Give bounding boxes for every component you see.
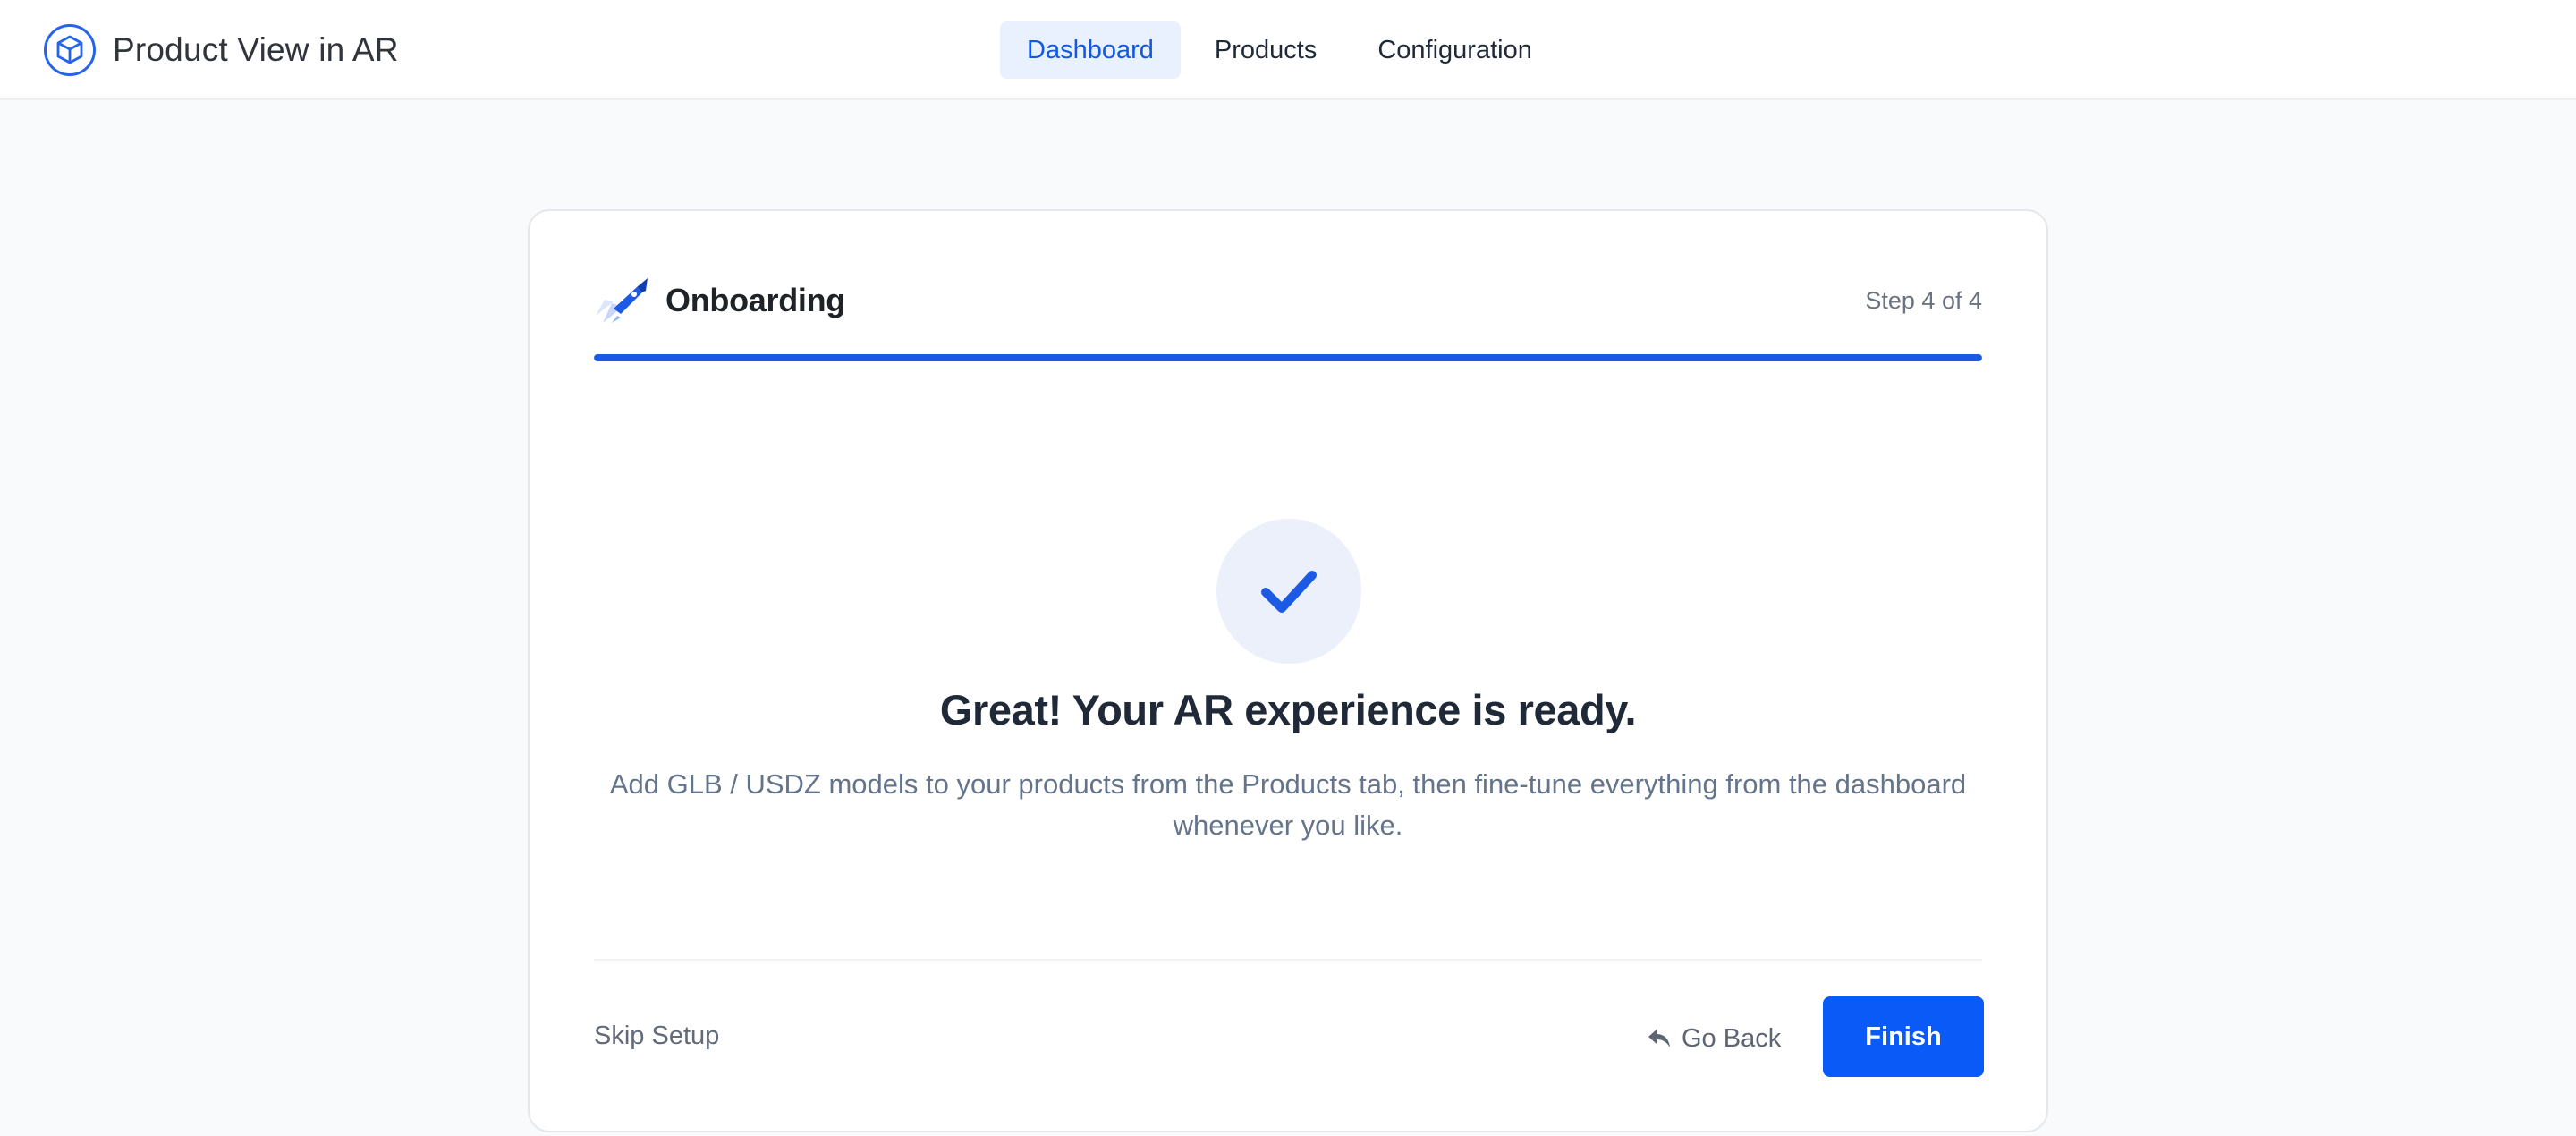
go-back-label: Go Back — [1682, 1023, 1782, 1053]
tab-configuration[interactable]: Configuration — [1351, 21, 1559, 79]
progress-bar — [594, 354, 1982, 361]
app-title: Product View in AR — [113, 31, 399, 68]
skip-setup-link[interactable]: Skip Setup — [594, 1022, 719, 1051]
brand[interactable]: Product View in AR — [43, 0, 399, 100]
reply-arrow-icon — [1648, 1030, 1670, 1047]
main-nav: Dashboard Products Configuration — [1000, 21, 1559, 79]
success-description: Add GLB / USDZ models to your products f… — [609, 768, 1967, 841]
success-badge — [1216, 519, 1361, 664]
onboarding-header: Onboarding Step 4 of 4 — [594, 274, 1982, 327]
checkmark-icon — [1261, 571, 1317, 613]
rocket-icon — [596, 278, 648, 323]
top-navigation-bar: Product View in AR Dashboard Products Co… — [0, 0, 2576, 100]
tab-products[interactable]: Products — [1188, 21, 1343, 79]
onboarding-card: Onboarding Step 4 of 4 Great! Your AR ex… — [528, 209, 2048, 1132]
footer-divider — [594, 959, 1982, 961]
step-indicator: Step 4 of 4 — [1865, 286, 1982, 314]
tab-dashboard[interactable]: Dashboard — [1000, 21, 1181, 79]
onboarding-title: Onboarding — [665, 282, 845, 318]
success-headline: Great! Your AR experience is ready. — [939, 686, 1637, 733]
progress-bar-fill — [594, 354, 1982, 361]
go-back-button[interactable]: Go Back — [1648, 1016, 1781, 1061]
onboarding-title-group: Onboarding — [594, 276, 845, 325]
finish-button[interactable]: Finish — [1823, 996, 1984, 1077]
cube-icon — [44, 24, 96, 76]
